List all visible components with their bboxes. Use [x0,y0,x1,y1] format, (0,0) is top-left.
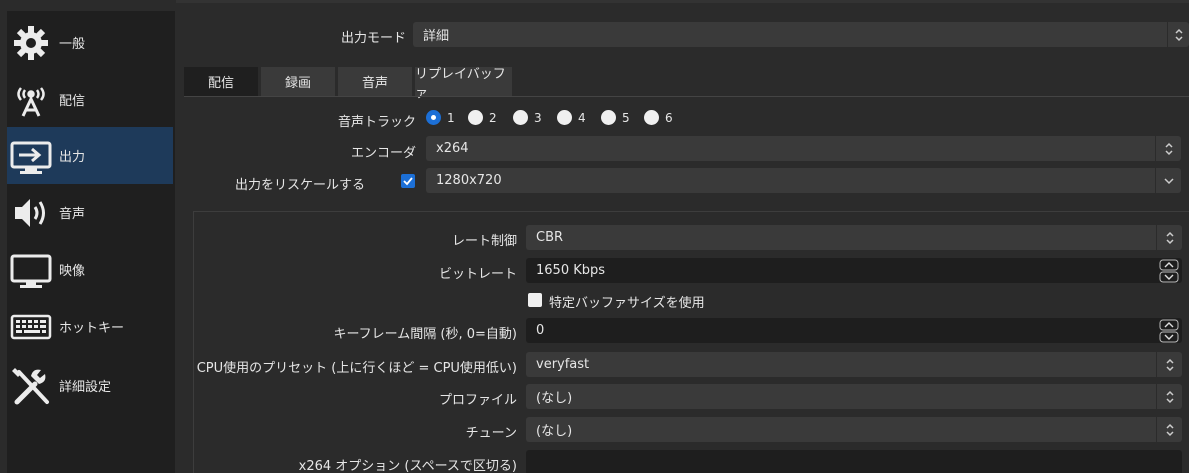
x264-options-input[interactable] [526,450,1182,473]
radio-dot [601,110,616,125]
rate-control-select[interactable]: CBR [526,225,1182,250]
radio-label: 4 [578,110,586,125]
audio-track-radio-3[interactable]: 3 [513,110,542,125]
keyboard-icon [9,305,53,349]
tune-label: チューン [465,426,517,441]
encoder-label: エンコーダ [350,146,416,161]
radio-label: 1 [447,110,455,125]
sidebar-item-hotkeys[interactable]: ホットキー [7,298,173,355]
cpu-preset-label: CPU使用のプリセット (上に行くほど = CPU使用低い) [196,361,517,376]
tab-audio[interactable]: 音声 [338,67,412,96]
updown-chevron-icon [1167,22,1189,47]
tab-label: リプレイバッファ [415,66,506,101]
radio-label: 5 [622,110,630,125]
checkmark-icon [403,177,413,186]
encoder-select[interactable]: x264 [426,136,1181,161]
bitrate-spinbox[interactable]: 1650 Kbps [526,258,1182,283]
sidebar-item-general[interactable]: 一般 [7,14,173,71]
sidebar-item-label: 映像 [59,264,86,279]
output-mode-value: 詳細 [423,29,450,44]
output-icon [9,134,53,178]
radio-dot [468,110,483,125]
sidebar-item-audio[interactable]: 音声 [7,184,173,241]
spin-arrows-icon[interactable] [1156,258,1182,283]
sidebar-item-video[interactable]: 映像 [7,241,173,298]
rescale-checkbox[interactable] [401,174,415,188]
sidebar-item-label: 音声 [59,207,86,222]
top-divider [176,0,1189,3]
profile-label: プロファイル [438,393,517,408]
sidebar-item-output[interactable]: 出力 [7,127,173,184]
broadcast-icon [9,78,53,122]
tab-label: 録画 [284,76,311,91]
x264-options-label: x264 オプション (スペースで区切る) [298,459,517,473]
cpu-preset-value: veryfast [536,357,590,372]
updown-chevron-icon [1156,417,1182,442]
audio-track-radio-2[interactable]: 2 [468,110,497,125]
radio-dot [644,110,659,125]
bitrate-value: 1650 Kbps [536,263,606,278]
updown-chevron-icon [1155,136,1181,161]
keyframe-interval-label: キーフレーム間隔 (秒, 0=自動) [333,327,517,342]
radio-label: 3 [534,110,542,125]
tune-value: (なし) [536,424,573,439]
tune-select[interactable]: (なし) [526,417,1182,442]
profile-select[interactable]: (なし) [526,384,1182,409]
custom-buffer-label: 特定バッファサイズを使用 [549,296,705,311]
updown-chevron-icon [1156,352,1182,377]
radio-label: 2 [489,110,497,125]
output-settings-panel: 出力モード 詳細 配信 録画 音声 リプレイバッファ 音声トラック 1 2 3 … [176,0,1189,473]
custom-buffer-checkbox[interactable] [528,293,542,307]
tab-stream[interactable]: 配信 [184,67,258,96]
sidebar-list: 一般 配信 出力 音声 映像 ホットキー 詳細設定 [7,11,175,473]
updown-chevron-icon [1156,225,1182,250]
tools-icon [9,364,53,408]
rescale-label: 出力をリスケールする [234,178,365,193]
bitrate-label: ビットレート [438,267,517,282]
sidebar-item-label: 詳細設定 [59,380,112,395]
keyframe-interval-value: 0 [536,323,545,338]
tab-label: 音声 [361,76,388,91]
output-mode-select[interactable]: 詳細 [413,22,1189,47]
audio-track-radio-4[interactable]: 4 [557,110,586,125]
tab-divider [184,96,1189,97]
radio-dot [513,110,528,125]
settings-window: 一般 配信 出力 音声 映像 ホットキー 詳細設定 出力モード 詳細 配信 録画… [0,0,1189,473]
audio-track-radio-5[interactable]: 5 [601,110,630,125]
sidebar-item-advanced[interactable]: 詳細設定 [7,357,173,414]
encoder-settings-group: レート制御 CBR ビットレート 1650 Kbps 特定バッファサイズを使用 … [193,211,1189,473]
sidebar: 一般 配信 出力 音声 映像 ホットキー 詳細設定 [0,0,176,473]
sidebar-item-label: ホットキー [59,321,125,336]
sidebar-item-label: 出力 [59,150,86,165]
profile-value: (なし) [536,391,573,406]
chevron-down-icon [1155,168,1181,193]
cpu-preset-select[interactable]: veryfast [526,352,1182,377]
rescale-resolution-value: 1280x720 [436,173,502,188]
radio-dot [426,110,441,125]
tab-replay-buffer[interactable]: リプレイバッファ [415,67,512,101]
updown-chevron-icon [1156,384,1182,409]
sidebar-item-stream[interactable]: 配信 [7,71,173,128]
audio-track-radio-1[interactable]: 1 [426,110,455,125]
spin-arrows-icon[interactable] [1156,318,1182,343]
rate-control-value: CBR [536,230,564,245]
tab-recording[interactable]: 録画 [261,67,335,96]
monitor-icon [9,248,53,292]
audio-track-radio-6[interactable]: 6 [644,110,673,125]
rate-control-label: レート制御 [451,234,517,249]
radio-dot [557,110,572,125]
gear-icon [9,21,53,65]
encoder-value: x264 [436,141,469,156]
tab-label: 配信 [207,76,234,91]
output-mode-label: 出力モード [340,31,406,46]
rescale-resolution-select[interactable]: 1280x720 [426,168,1181,193]
audio-track-label: 音声トラック [337,115,416,130]
sidebar-item-label: 配信 [59,94,86,109]
keyframe-interval-spinbox[interactable]: 0 [526,318,1182,343]
speaker-icon [9,191,53,235]
sidebar-item-label: 一般 [59,37,86,52]
radio-label: 6 [665,110,673,125]
